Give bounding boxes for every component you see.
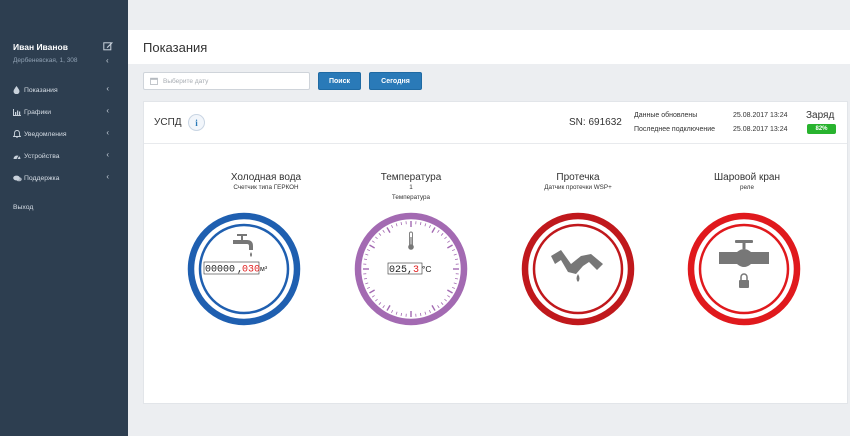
bell-icon	[13, 130, 24, 138]
gauge-subtitle: реле	[740, 184, 754, 191]
faucet-icon	[233, 234, 253, 257]
reading-fraction: 030	[242, 265, 260, 276]
chevron-left-icon[interactable]: ‹	[106, 56, 109, 65]
temperature-gauge[interactable]: 025 , 3 °C	[354, 212, 468, 326]
sidebar-item-label: Графики	[24, 108, 52, 116]
reading-integer: 025	[389, 265, 407, 276]
page-header: Показания	[128, 30, 850, 64]
temperature-header: Температура 1 Температура	[336, 172, 486, 201]
leak-pipe-icon	[551, 250, 603, 282]
top-bar	[128, 0, 850, 30]
sidebar-item-label: Уведомления	[24, 130, 67, 138]
search-button[interactable]: Поиск	[318, 72, 361, 90]
reading-unit: м³	[260, 266, 268, 273]
chart-icon	[13, 108, 24, 116]
sidebar-item-label: Поддержка	[24, 174, 60, 182]
date-placeholder: Выберите дату	[163, 77, 209, 85]
today-button[interactable]: Сегодня	[369, 72, 422, 90]
gauge-title: Протечка	[556, 172, 600, 183]
panel-header: УСПД i SN: 691632 Данные обновлены 25.08…	[144, 102, 847, 144]
updated-label: Данные обновлены	[634, 112, 698, 119]
sidebar-item-charts[interactable]: Графики ‹	[13, 105, 117, 119]
calendar-icon	[150, 77, 158, 85]
ball-valve-gauge[interactable]	[687, 212, 801, 326]
last-connection-label: Последнее подключение	[634, 126, 716, 133]
user-name: Иван Иванов	[13, 42, 68, 52]
ball-valve-lock-icon	[719, 240, 769, 288]
leak-header: Протечка Датчик протечки WSP+	[503, 172, 653, 191]
panel-title: УСПД	[154, 117, 182, 128]
dashboard-icon	[13, 153, 24, 160]
info-icon[interactable]: i	[188, 114, 205, 131]
charge-badge: 82%	[807, 124, 836, 134]
sidebar-item-readings[interactable]: Показания ‹	[13, 83, 117, 97]
user-address: Дербеневская, 1, 308	[13, 57, 78, 64]
chevron-left-icon: ‹	[106, 128, 109, 137]
ball-valve-header: Шаровой кран реле	[672, 172, 822, 191]
gauge-title: Холодная вода	[230, 172, 302, 183]
gauge-subtitle-2: Температура	[391, 194, 431, 201]
leak-gauge[interactable]	[521, 212, 635, 326]
cold-water-gauge[interactable]: 00000 , 030 м³	[187, 212, 301, 326]
chat-icon	[13, 175, 24, 182]
device-panel: УСПД i SN: 691632 Данные обновлены 25.08…	[143, 101, 848, 404]
chevron-left-icon: ‹	[106, 150, 109, 159]
last-connection-value: 25.08.2017 13:24	[733, 126, 788, 133]
gauge-subtitle: Датчик протечки WSP+	[544, 184, 612, 191]
gauge-title: Температура	[380, 172, 442, 183]
serial-number: SN: 691632	[569, 117, 622, 128]
chevron-left-icon: ‹	[106, 172, 109, 181]
logout-link[interactable]: Выход	[13, 204, 33, 211]
page-title: Показания	[143, 40, 208, 55]
reading-integer: 00000	[205, 265, 235, 276]
charge-label: Заряд	[806, 110, 835, 121]
edit-icon[interactable]	[103, 41, 113, 51]
gauge-title: Шаровой кран	[714, 172, 780, 183]
sidebar-item-devices[interactable]: Устройства ‹	[13, 149, 117, 163]
sidebar-item-label: Устройства	[24, 152, 60, 160]
reading-unit: °C	[422, 264, 432, 274]
odometer: 00000 , 030 м³	[203, 261, 268, 276]
date-input[interactable]: Выберите дату	[143, 72, 310, 90]
sidebar-item-notifications[interactable]: Уведомления ‹	[13, 127, 117, 141]
updated-value: 25.08.2017 13:24	[733, 112, 788, 119]
chevron-left-icon: ‹	[106, 106, 109, 115]
sidebar-item-support[interactable]: Поддержка ‹	[13, 171, 117, 185]
sidebar-item-label: Показания	[24, 86, 58, 94]
reading-fraction: 3	[413, 265, 419, 276]
gauge-subtitle: Счетчик типа ГЕРКОН	[233, 184, 299, 191]
gauge-subtitle: 1	[409, 184, 413, 191]
drop-icon	[13, 86, 24, 94]
chevron-left-icon: ‹	[106, 84, 109, 93]
sidebar: Иван Иванов Дербеневская, 1, 308 ‹ Показ…	[0, 0, 128, 436]
cold-water-header: Холодная вода Счетчик типа ГЕРКОН	[191, 172, 341, 191]
